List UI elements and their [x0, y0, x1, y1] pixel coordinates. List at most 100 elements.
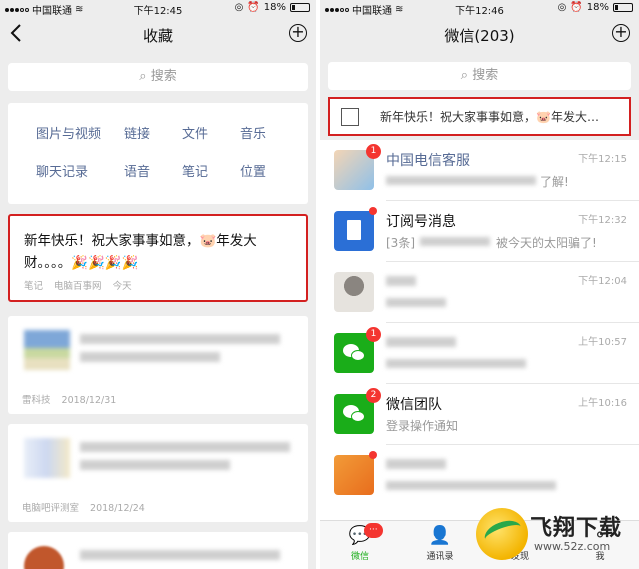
- rotation-lock-icon: ◎: [557, 2, 567, 13]
- chat-name: 微信团队: [386, 397, 442, 413]
- rotation-lock-icon: ◎: [234, 2, 244, 13]
- tab-badge: ···: [364, 523, 383, 538]
- avatar: [334, 455, 374, 495]
- blurred-preview: [386, 176, 536, 185]
- item-meta: 雷科技 2018/12/31: [22, 392, 124, 406]
- blurred-name: [386, 459, 446, 469]
- chat-preview: [3条]: [386, 236, 415, 250]
- chat-row[interactable]: 1 上午10:57: [320, 323, 639, 384]
- search-bar[interactable]: ⌕ 搜索: [328, 62, 631, 90]
- chat-preview: 了解!: [540, 175, 569, 189]
- chat-time: 上午10:16: [578, 398, 627, 409]
- blurred-preview: [386, 298, 446, 307]
- favorites-screen: 中国联通 ≋ 下午12:45 ◎ ⏰ 18% 收藏 + ⌕ 搜索 图片与视频 链…: [0, 0, 316, 569]
- battery-icon: [613, 3, 633, 12]
- unread-badge: 2: [366, 388, 381, 403]
- category-photos-videos[interactable]: 图片与视频: [36, 125, 124, 145]
- blurred-name: [386, 276, 416, 286]
- chat-row[interactable]: 下午12:04: [320, 262, 639, 323]
- favorite-note-highlighted[interactable]: 新年快乐！祝大家事事如意，🐷年发大财。。。。🎉🎉🎉🎉 笔记 电脑百事网 今天: [8, 214, 308, 302]
- item-meta: 电脑吧评测室 2018/12/24: [22, 500, 153, 514]
- tab-label: 微信: [350, 552, 369, 562]
- chat-row[interactable]: 1 中国电信客服 了解! 下午12:15: [320, 140, 639, 201]
- search-icon: ⌕: [139, 69, 147, 84]
- search-placeholder: 搜索: [150, 69, 177, 84]
- chat-row[interactable]: 订阅号消息 [3条] 被今天的太阳骗了! 下午12:32: [320, 201, 639, 262]
- site-watermark: 飞翔下载 www.52z.com: [476, 504, 626, 564]
- battery-icon: [290, 3, 310, 12]
- tab-chats[interactable]: 💬 微信 ···: [330, 523, 390, 562]
- battery-percent: 18%: [586, 2, 609, 13]
- note-text: 新年快乐！祝大家事事如意，🐷年发大财。。。。🎉🎉🎉🎉: [24, 233, 257, 271]
- note-source: 电脑百事网: [54, 281, 102, 292]
- search-placeholder: 搜索: [472, 68, 499, 83]
- subscription-icon: [334, 211, 374, 251]
- box-icon: [341, 108, 359, 126]
- chats-screen: 中国联通 ≋ 下午12:46 ◎ ⏰ 18% 微信(203) + ⌕ 搜索 新年…: [320, 0, 639, 569]
- unread-badge: 1: [366, 144, 381, 159]
- favorite-item[interactable]: 电脑吧评测室 2018/12/24: [8, 424, 308, 522]
- unread-dot: [369, 451, 377, 459]
- category-grid: 图片与视频 链接 文件 音乐 聊天记录 语音 笔记 位置: [36, 125, 280, 183]
- category-notes[interactable]: 笔记: [182, 163, 240, 183]
- item-date: 2018/12/31: [61, 395, 117, 406]
- avatar: [334, 272, 374, 312]
- chat-name: 订阅号消息: [386, 214, 456, 230]
- favorite-item[interactable]: 雷科技 2018/12/31: [8, 316, 308, 414]
- item-date: 2018/12/24: [90, 503, 145, 514]
- pinned-note-text: 新年快乐！祝大家事事如意，🐷年发大…: [380, 110, 599, 124]
- item-thumbnail: [24, 546, 64, 569]
- add-button[interactable]: +: [289, 24, 307, 42]
- blurred-preview: [420, 237, 490, 246]
- watermark-url: www.52z.com: [534, 540, 611, 553]
- plus-circle-icon: +: [614, 22, 628, 41]
- chat-name: 中国电信客服: [386, 153, 470, 169]
- chat-time: 下午12:32: [578, 215, 627, 226]
- note-date: 今天: [112, 281, 132, 292]
- item-source: 雷科技: [22, 395, 51, 406]
- item-source: 电脑吧评测室: [22, 503, 80, 514]
- blurred-title: [80, 550, 280, 560]
- tab-contacts[interactable]: 👤 通讯录: [410, 525, 470, 562]
- contacts-icon: 👤: [428, 525, 452, 546]
- category-chat-history[interactable]: 聊天记录: [36, 163, 124, 183]
- search-bar[interactable]: ⌕ 搜索: [8, 63, 308, 91]
- note-tag: 笔记: [24, 281, 44, 292]
- chat-time: 上午10:57: [578, 337, 627, 348]
- unread-dot: [369, 207, 377, 215]
- chat-time: 下午12:15: [578, 154, 627, 165]
- blurred-preview: [386, 359, 526, 368]
- plus-circle-icon: +: [291, 22, 305, 41]
- alarm-icon: ⏰: [247, 2, 260, 13]
- battery-percent: 18%: [263, 2, 286, 13]
- chat-row[interactable]: 2 微信团队 登录操作通知 上午10:16: [320, 384, 639, 445]
- item-thumbnail: [24, 438, 70, 478]
- nav-bar: 微信(203) +: [320, 18, 639, 52]
- page-title: 微信(203): [444, 27, 515, 45]
- category-files[interactable]: 文件: [182, 125, 240, 145]
- category-links[interactable]: 链接: [124, 125, 182, 145]
- chat-preview: 登录操作通知: [386, 419, 459, 433]
- blurred-title: [80, 442, 290, 452]
- chat-time: 下午12:04: [578, 276, 627, 287]
- blurred-title: [80, 334, 280, 344]
- blurred-title-2: [80, 352, 220, 362]
- status-bar: 中国联通 ≋ 下午12:45 ◎ ⏰ 18%: [0, 0, 316, 17]
- unread-badge: 1: [366, 327, 381, 342]
- blurred-preview: [386, 481, 556, 490]
- page-title: 收藏: [142, 27, 173, 45]
- category-voice[interactable]: 语音: [124, 163, 182, 183]
- watermark-title: 飞翔下载: [530, 516, 623, 541]
- chat-preview-tail: 被今天的太阳骗了!: [496, 236, 597, 250]
- add-button[interactable]: +: [612, 24, 630, 42]
- category-music[interactable]: 音乐: [240, 125, 280, 145]
- blurred-name: [386, 337, 456, 347]
- pinned-note-bar[interactable]: 新年快乐！祝大家事事如意，🐷年发大…: [328, 97, 631, 136]
- search-icon: ⌕: [460, 68, 469, 83]
- blurred-title-2: [80, 460, 230, 470]
- alarm-icon: ⏰: [570, 2, 583, 13]
- item-thumbnail: [24, 330, 70, 370]
- favorite-item[interactable]: [8, 532, 308, 569]
- status-bar: 中国联通 ≋ 下午12:46 ◎ ⏰ 18%: [320, 0, 639, 17]
- category-location[interactable]: 位置: [240, 163, 280, 183]
